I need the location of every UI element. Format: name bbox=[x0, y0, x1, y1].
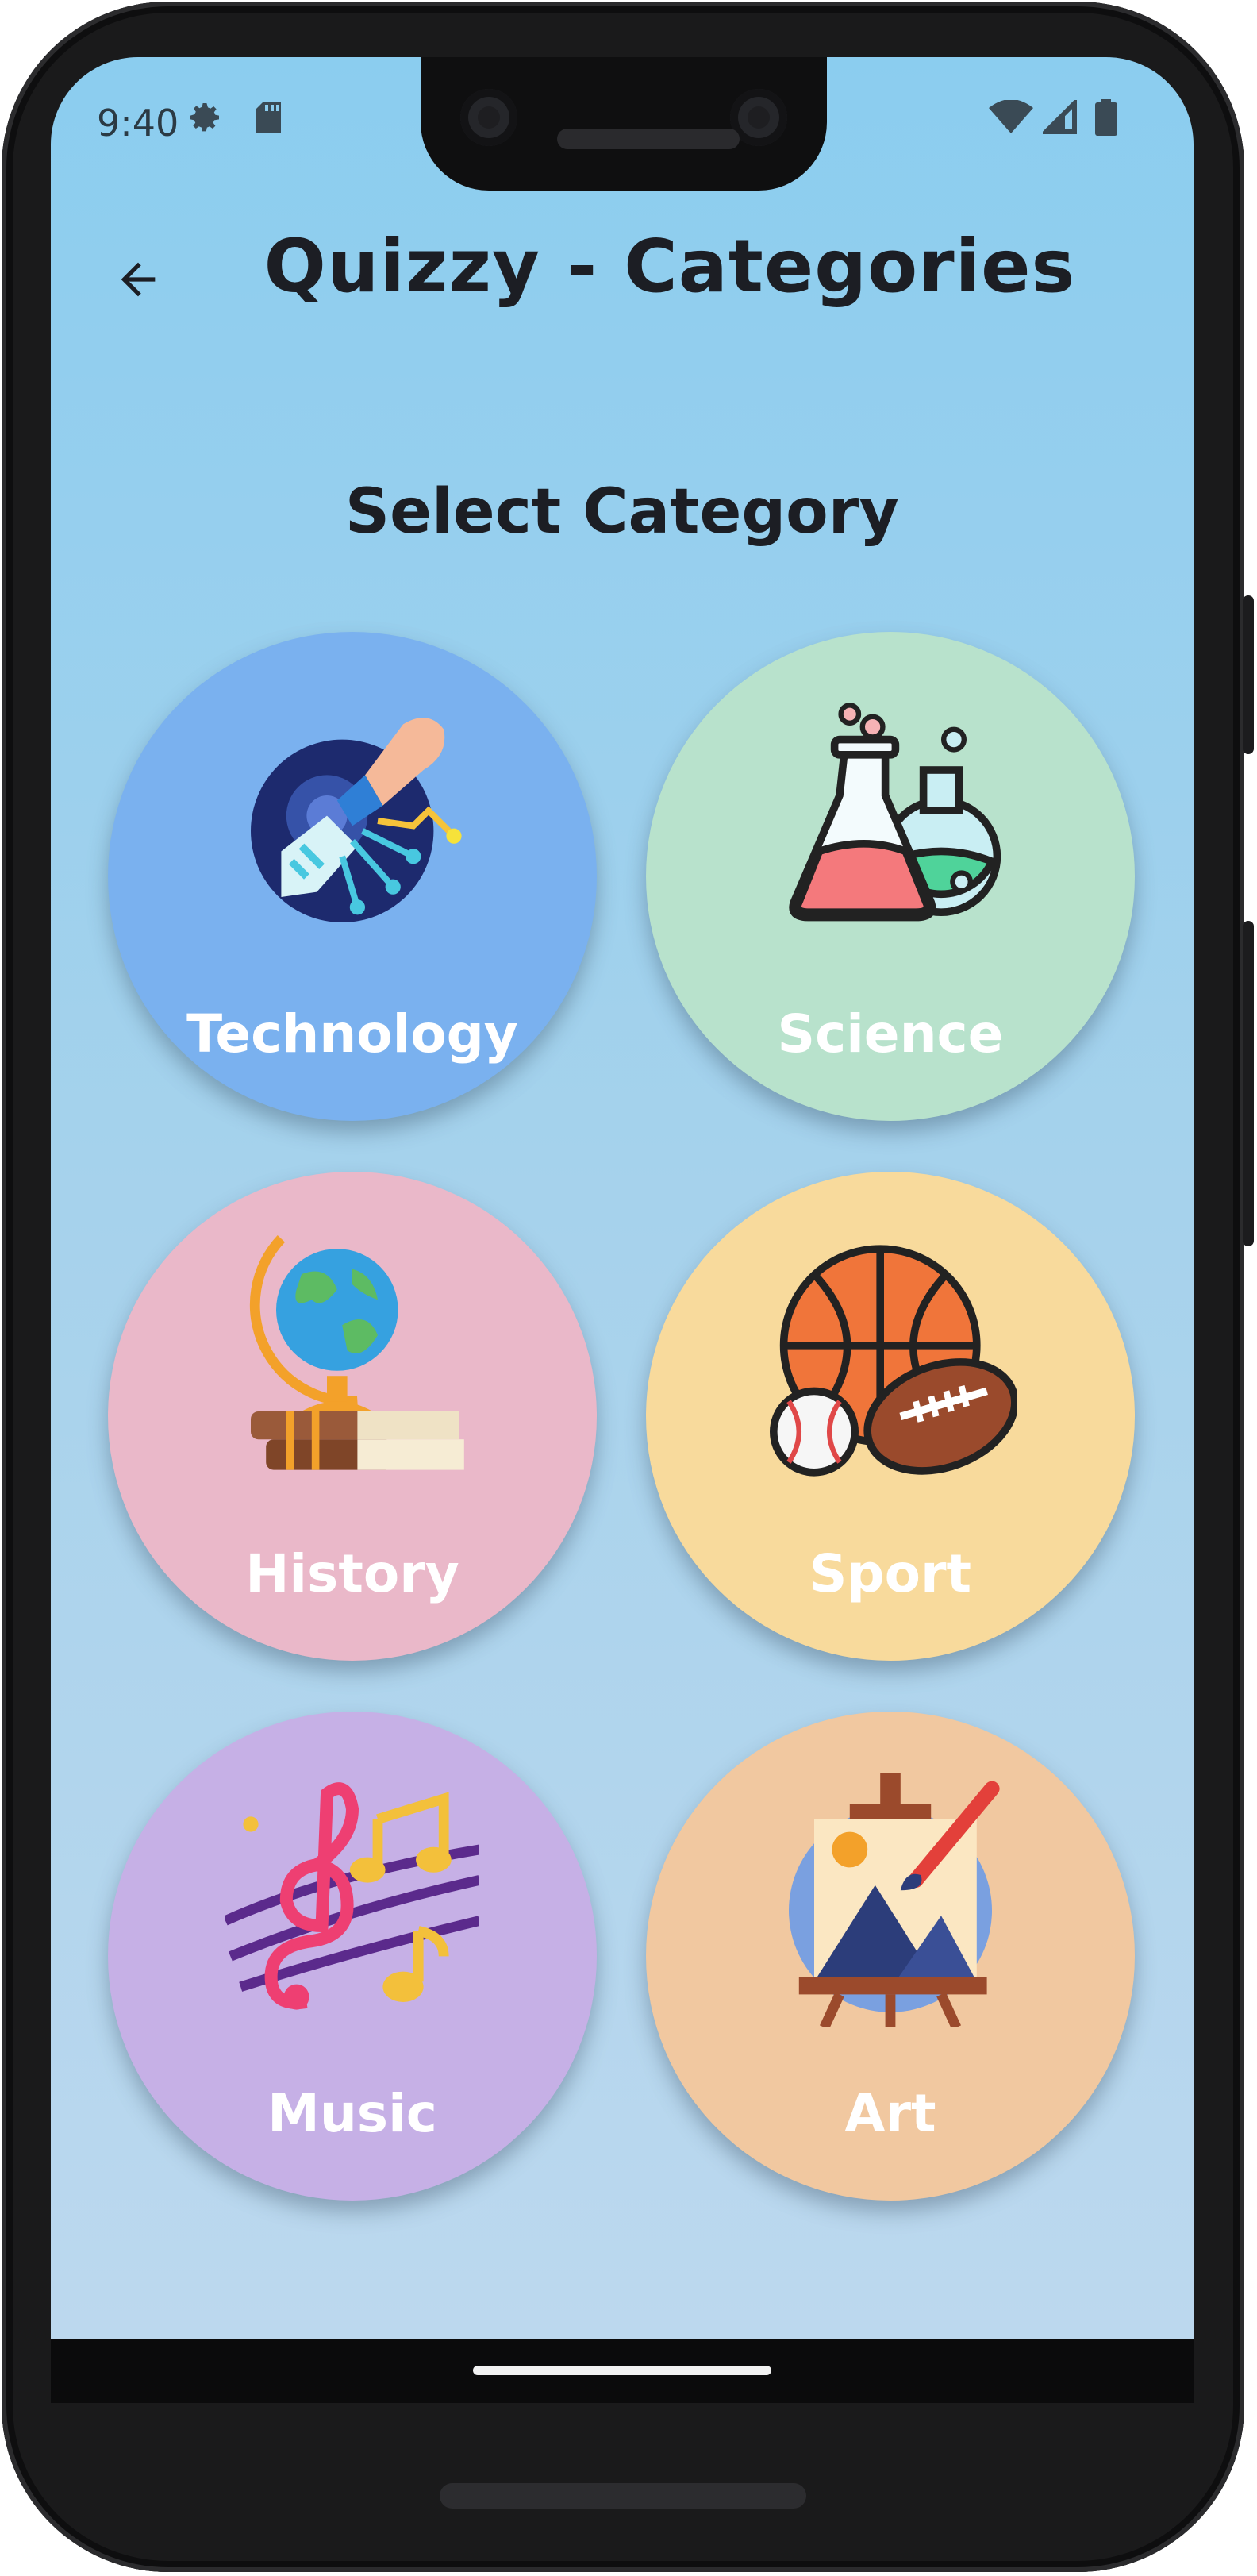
category-label: History bbox=[245, 1543, 459, 1604]
back-button[interactable] bbox=[98, 240, 178, 319]
camera-notch bbox=[421, 57, 827, 191]
bottom-speaker bbox=[440, 2483, 806, 2509]
category-card-technology[interactable]: Technology bbox=[108, 632, 597, 1121]
category-card-science[interactable]: Science bbox=[646, 632, 1135, 1121]
app-screen: 9:40 Quizzy - Categories Select Category bbox=[51, 57, 1194, 2339]
front-camera-left bbox=[460, 89, 517, 146]
earpiece-speaker bbox=[557, 129, 740, 149]
sport-balls-icon bbox=[770, 1245, 1017, 1477]
chemistry-flasks-icon bbox=[789, 703, 1001, 922]
device-frame: 9:40 Quizzy - Categories Select Category bbox=[0, 0, 1257, 2576]
category-card-sport[interactable]: Sport bbox=[646, 1172, 1135, 1661]
category-card-history[interactable]: History bbox=[108, 1172, 597, 1661]
volume-button bbox=[1243, 921, 1254, 1246]
music-notes-icon bbox=[225, 1782, 479, 2010]
home-gesture-handle[interactable] bbox=[473, 2366, 771, 2375]
category-label: Science bbox=[777, 1003, 1004, 1065]
category-label: Music bbox=[267, 2083, 437, 2144]
globe-books-icon bbox=[249, 1235, 464, 1470]
section-heading: Select Category bbox=[344, 476, 900, 548]
sd-card-icon bbox=[249, 98, 287, 137]
easel-painting-icon bbox=[789, 1773, 1000, 2027]
cellular-signal-icon bbox=[1041, 98, 1079, 137]
battery-icon bbox=[1087, 98, 1125, 137]
category-label: Art bbox=[844, 2083, 936, 2144]
category-label: Technology bbox=[186, 1003, 518, 1065]
status-time: 9:40 bbox=[97, 102, 179, 144]
category-card-art[interactable]: Art bbox=[646, 1712, 1135, 2201]
wifi-icon bbox=[987, 98, 1035, 137]
settings-gear-icon bbox=[186, 98, 224, 137]
page-title: Quizzy - Categories bbox=[263, 224, 1076, 309]
category-card-music[interactable]: Music bbox=[108, 1712, 597, 2201]
arrow-back-icon bbox=[121, 262, 156, 297]
robot-hand-circuit-icon bbox=[251, 718, 462, 922]
power-button bbox=[1243, 595, 1254, 754]
category-label: Sport bbox=[809, 1543, 972, 1604]
